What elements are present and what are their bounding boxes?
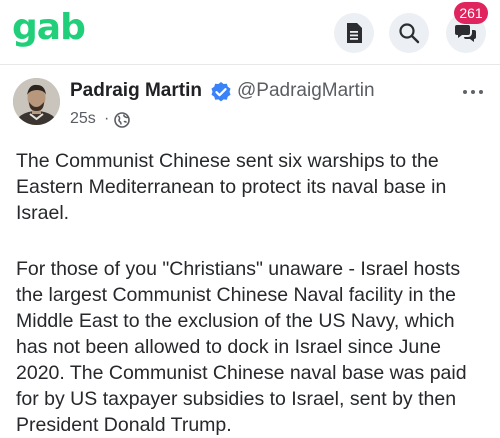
verified-badge-icon (211, 82, 231, 102)
more-dot (471, 90, 475, 94)
header-divider (0, 64, 500, 65)
more-horizontal-icon (463, 90, 467, 94)
search-button[interactable] (389, 13, 429, 53)
chat-badge: 261 (454, 2, 488, 24)
avatar-image (13, 78, 60, 125)
notes-button[interactable] (334, 13, 374, 53)
gab-logo[interactable]: gab (12, 6, 86, 50)
more-options-button[interactable] (458, 82, 488, 102)
document-icon (347, 23, 362, 43)
post-paragraph-2: For those of you "Christians" unaware - … (16, 258, 467, 436)
post-paragraph-1: The Communist Chinese sent six warships … (16, 150, 447, 224)
top-bar: gab 261 (0, 0, 500, 64)
post-timestamp[interactable]: 25s (70, 110, 96, 128)
more-dot (479, 90, 483, 94)
author-handle[interactable]: @PadraigMartin (237, 80, 375, 102)
globe-icon (114, 112, 130, 128)
search-icon (399, 23, 420, 44)
avatar[interactable] (13, 78, 60, 125)
chat-bubbles-icon (455, 25, 476, 42)
author-name[interactable]: Padraig Martin (70, 80, 202, 102)
meta-separator: · (104, 110, 110, 127)
